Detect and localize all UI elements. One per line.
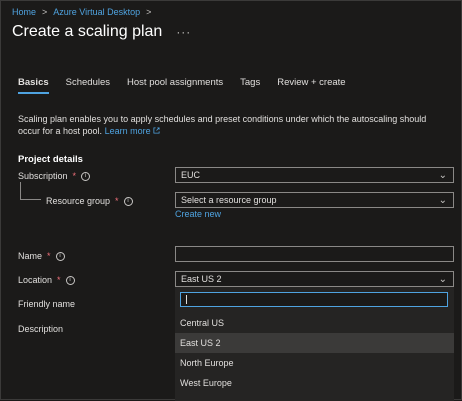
learn-more-link[interactable]: Learn more <box>105 126 161 136</box>
friendly-name-label: Friendly name <box>18 299 76 309</box>
location-value: East US 2 <box>181 274 222 284</box>
breadcrumb-separator-icon: > <box>42 7 48 17</box>
breadcrumb-azure-virtual-desktop[interactable]: Azure Virtual Desktop <box>53 7 140 17</box>
external-link-icon <box>153 127 160 134</box>
breadcrumb: Home > Azure Virtual Desktop > <box>12 7 151 17</box>
location-select[interactable]: East US 2 ⌄ <box>175 271 454 287</box>
info-icon[interactable]: i <box>81 171 91 181</box>
chevron-down-icon: ⌄ <box>438 170 447 181</box>
tab-basics[interactable]: Basics <box>18 77 49 94</box>
location-option-north-europe[interactable]: North Europe <box>175 353 454 373</box>
subscription-select[interactable]: EUC ⌄ <box>175 167 454 183</box>
name-label-row: Name * i <box>18 251 65 261</box>
resource-group-label-row: Resource group * i <box>46 196 133 206</box>
tab-host-pool-assignments[interactable]: Host pool assignments <box>127 77 223 94</box>
required-marker: * <box>72 171 77 181</box>
required-marker: * <box>115 196 119 206</box>
info-icon[interactable]: i <box>123 196 133 206</box>
learn-more-label: Learn more <box>104 126 151 136</box>
location-option-east-us-2[interactable]: East US 2 <box>175 333 454 353</box>
page-title: Create a scaling plan <box>12 23 163 40</box>
subscription-value: EUC <box>181 170 201 180</box>
subscription-label: Subscription <box>18 171 68 181</box>
required-marker: * <box>47 251 51 261</box>
required-marker: * <box>57 275 61 285</box>
location-label-row: Location * i <box>18 275 75 285</box>
info-icon[interactable]: i <box>65 275 75 285</box>
subscription-label-row: Subscription * i <box>18 171 91 181</box>
chevron-down-icon: ⌄ <box>438 195 447 206</box>
breadcrumb-home[interactable]: Home <box>12 7 36 17</box>
resource-group-select[interactable]: Select a resource group ⌄ <box>175 192 454 208</box>
text-cursor <box>186 295 187 304</box>
name-label: Name <box>18 251 43 261</box>
chevron-down-icon: ⌄ <box>438 274 447 285</box>
tab-tags[interactable]: Tags <box>240 77 260 94</box>
intro-description: Scaling plan enables you to apply schedu… <box>18 114 427 136</box>
location-option-west-europe[interactable]: West Europe <box>175 373 454 393</box>
location-option-central-us[interactable]: Central US <box>175 313 454 333</box>
breadcrumb-separator-icon: > <box>146 7 152 17</box>
create-new-link[interactable]: Create new <box>175 209 221 219</box>
tab-review-create[interactable]: Review + create <box>277 77 345 94</box>
info-icon[interactable]: i <box>55 251 65 261</box>
intro-text: Scaling plan enables you to apply schedu… <box>18 113 448 137</box>
tab-schedules[interactable]: Schedules <box>66 77 110 94</box>
tab-bar: Basics Schedules Host pool assignments T… <box>18 77 363 94</box>
project-details-heading: Project details <box>18 154 83 165</box>
more-options-icon[interactable]: ··· <box>176 25 191 39</box>
resource-group-label: Resource group <box>46 196 111 206</box>
description-label: Description <box>18 324 64 334</box>
resource-group-placeholder: Select a resource group <box>181 195 277 205</box>
location-search-input[interactable] <box>180 292 448 307</box>
page-header: Create a scaling plan ··· <box>12 23 191 41</box>
location-label: Location <box>18 275 53 285</box>
name-input[interactable] <box>175 246 454 262</box>
tree-connector <box>20 182 41 200</box>
